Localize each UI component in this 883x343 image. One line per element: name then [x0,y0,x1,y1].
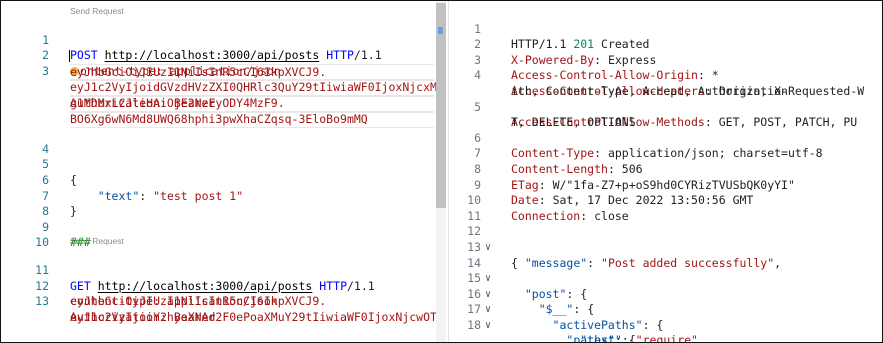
editor-line: 1 POST http://localhost:3000/api/posts H… [1,17,448,63]
response-line: 5 Access-Control-Allow-Methods: GET, POS… [449,84,882,130]
editor-line-wrapped: BO6Xg6wN6Md8UWQ68hphi3pwXhaCZqsq-3EloBo9… [1,110,448,129]
response-line: 7 Content-Length: 506 [449,131,882,176]
text-cursor [69,50,70,63]
editor-line: 13 Authorization: Bearer [1,279,448,324]
response-line: 8 ETag: W/"1fa-Z7+p+oS9hd0CYRizTVUSbQK0y… [449,146,882,192]
response-line: 12 ∨ { [449,209,882,269]
response-line: 2 X-Powered-By: Express [449,22,882,67]
json-brace: { [656,317,664,332]
response-line: 14 ∨ "post": { [449,240,882,301]
token-text: BO6Xg6wN6Md8UWQ68hphi3pwXhaCZqsq-3EloBo9… [70,111,368,126]
response-line-wrapped: ith, Content-Type, Accept, Authorization [449,68,882,98]
editor-line: 11 GET http://localhost:3000/api/posts H… [1,247,448,293]
editor-line: 7 } [1,173,448,219]
json-colon: : [621,333,636,342]
editor-line-wrapped: eyJ1c2VyIjoiY2hyaXNAd2F0ePoaXMuY29tIiwia… [1,310,448,326]
http-client-window: Send Request 1 POST http://localhost:300… [0,0,883,343]
response-line: 11 [449,193,882,223]
token-text: g1MDMxLCJleHAiOjE2NzEyODY4MzF9. [70,95,285,110]
editor-line: 8 [1,189,448,218]
editor-line: 4 [1,126,448,156]
token-text: eyJ1c2VyIjoiY2hyaXNAd2F0ePoaXMuY29tIiwia… [70,309,437,324]
send-request-codelens[interactable]: Send Request [1,5,448,17]
editor-line-wrapped: eyJ1c2VyIjoidGVzdHVzZXI0QHRlc3QuY29tIiwi… [1,79,448,97]
json-value: "require" [635,333,698,342]
editor-line: 12 content-type: application/json [1,263,448,309]
editor-line: 6 "text": "test post 1" [1,157,448,203]
response-line: 17 ∨ "paths": { [449,287,882,342]
editor-line: 5 { [1,142,448,187]
send-request-codelens[interactable]: Send Request [1,235,448,247]
line-number: 18 [467,317,481,332]
overview-ruler-marker [438,27,443,34]
response-line: 3 Access-Control-Allow-Origin: * [449,37,882,83]
response-line: 16 ∨ "activePaths": { [449,271,882,332]
response-line: 9 Date: Sat, 17 Dec 2022 13:50:56 GMT [449,162,882,208]
response-line: 1 HTTP/1.1 201 Created [449,6,882,52]
response-line: 15 ∨ "$__": { [449,256,882,316]
response-line: 18 "text": "require" [449,302,882,342]
editor-line-wrapped: g1MDMxLCJleHAiOjE2NzEyODY4MzF9. [1,94,448,113]
json-key: "text" [580,333,622,342]
response-line: 13 "message": "Post added successfully", [449,224,882,270]
response-line: 4 Access-Control-Allow-Headers: Origin, … [449,53,882,98]
editor-line-active: 3 Authorization: Bearer [1,48,448,113]
json-colon: : [642,317,657,332]
editor-line: 9 ### [1,204,448,250]
token-text: eyJhbGciOiJIUzI1NiIsInR5cCI6IkpXVCJ9. [70,294,327,309]
response-line: 6 Content-Type: application/json; charse… [449,115,882,161]
response-line: 10 Connection: close [449,178,882,223]
request-editor[interactable]: Send Request 1 POST http://localhost:300… [1,1,448,342]
editor-line: 10 [1,220,448,249]
response-line-wrapped: T, DELETE, OPTIONS [449,100,882,129]
editor-line-wrapped: eyJhbGciOiJIUzI1NiIsInR5cCI6IkpXVCJ9. [1,294,448,310]
editor-line-wrapped: eyJhbGciOiJIUzI1NiIsInR5cCI6IkpXVCJ9. [1,63,448,82]
response-viewer[interactable]: 1 HTTP/1.1 201 Created 2 X-Powered-By: E… [449,1,882,342]
editor-line: 2 ontent-type: application/json [1,33,448,78]
token-text: eyJ1c2VyIjoidGVzdHVzZXI0QHRlc3QuY29tIiwi… [70,80,444,95]
json-key: "activePaths" [552,317,643,332]
token-text: eyJhbGciOiJIUzI1NiIsInR5cCI6IkpXVCJ9. [70,64,327,79]
